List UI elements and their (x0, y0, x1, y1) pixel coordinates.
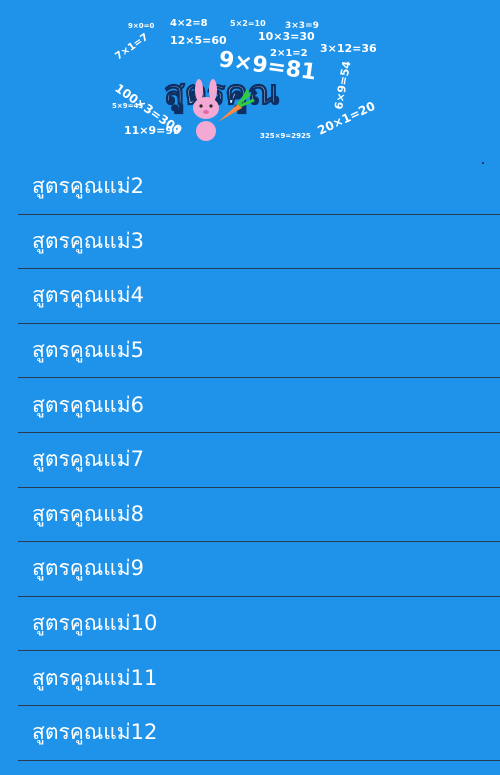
multiplication-banner: 4×2=8 5×2=10 3×3=9 9×0=0 12×5=60 10×3=30… (110, 10, 390, 150)
list-item-label: สูตรคูณแม่4 (32, 283, 145, 308)
list-item-table-10[interactable]: สูตรคูณแม่10 (18, 597, 500, 652)
formula-text: 3×12=36 (320, 42, 377, 55)
formula-text: 9×0=0 (128, 22, 154, 30)
formula-text: 5×9=45 (112, 102, 143, 110)
list-item-table-6[interactable]: สูตรคูณแม่6 (18, 378, 500, 433)
formula-text: 10×3=30 (258, 30, 315, 43)
list-item-label: สูตรคูณแม่7 (32, 447, 145, 472)
formula-text: 325×9=2925 (260, 132, 311, 140)
list-item-label: สูตรคูณแม่5 (32, 338, 145, 363)
multiplication-table-list: สูตรคูณแม่2 สูตรคูณแม่3 สูตรคูณแม่4 สูตร… (18, 160, 500, 761)
multiplication-banner-image: 4×2=8 5×2=10 3×3=9 9×0=0 12×5=60 10×3=30… (112, 18, 377, 141)
list-item-table-9[interactable]: สูตรคูณแม่9 (18, 542, 500, 597)
formula-text: 6×9=54 (332, 60, 353, 111)
list-item-label: สูตรคูณแม่10 (32, 611, 158, 636)
list-item-table-7[interactable]: สูตรคูณแม่7 (18, 433, 500, 488)
list-item-table-3[interactable]: สูตรคูณแม่3 (18, 215, 500, 270)
list-item-table-11[interactable]: สูตรคูณแม่11 (18, 651, 500, 706)
formula-text: 7×1=7 (113, 32, 150, 63)
list-item-table-12[interactable]: สูตรคูณแม่12 (18, 706, 500, 761)
list-item-table-4[interactable]: สูตรคูณแม่4 (18, 269, 500, 324)
list-item-label: สูตรคูณแม่8 (32, 501, 145, 526)
list-item-table-8[interactable]: สูตรคูณแม่8 (18, 488, 500, 543)
list-item-label: สูตรคูณแม่12 (32, 720, 158, 745)
formula-text: 4×2=8 (170, 18, 208, 29)
list-item-label: สูตรคูณแม่3 (32, 228, 145, 253)
list-item-table-5[interactable]: สูตรคูณแม่5 (18, 324, 500, 379)
list-item-label: สูตรคูณแม่6 (32, 392, 145, 417)
formula-text: 5×2=10 (230, 19, 266, 28)
formula-text: 11×9=99 (124, 124, 181, 137)
formula-text: 12×5=60 (170, 34, 227, 47)
list-item-label: สูตรคูณแม่2 (32, 174, 145, 199)
list-item-table-2[interactable]: สูตรคูณแม่2 (18, 160, 500, 215)
formula-text: 20×1=20 (315, 99, 377, 138)
banner-title: สูตรคูณ (164, 73, 279, 114)
list-item-label: สูตรคูณแม่11 (32, 665, 158, 690)
list-item-label: สูตรคูณแม่9 (32, 556, 145, 581)
